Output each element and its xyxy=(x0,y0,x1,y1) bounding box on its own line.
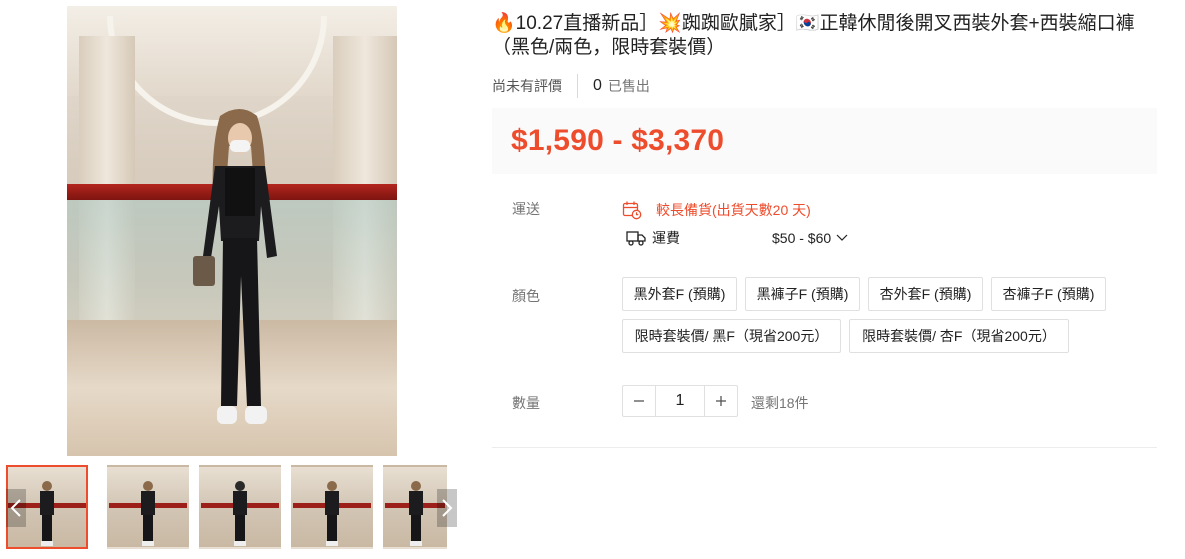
gallery-next-button[interactable] xyxy=(437,489,457,527)
color-option-3[interactable]: 杏外套F (預購) xyxy=(868,277,983,311)
product-title: 🔥10.27直播新品］💥踟踟歐膩家］🇰🇷正韓休閒後開叉西裝外套+西裝縮口褲（黑色… xyxy=(492,13,1135,58)
stock-remaining: 還剩18件 xyxy=(751,395,809,411)
truck-icon xyxy=(626,231,646,246)
color-option-2[interactable]: 黑褲子F (預購) xyxy=(745,277,860,311)
product-meta: 尚未有評價 0 已售出 xyxy=(492,74,650,98)
price-section: $1,590 - $3,370 xyxy=(492,108,1157,174)
quantity-label: 數量 xyxy=(512,395,540,411)
minus-icon xyxy=(634,400,644,402)
quantity-increase-button[interactable] xyxy=(705,386,737,416)
color-option-1[interactable]: 黑外套F (預購) xyxy=(622,277,737,311)
quantity-decrease-button[interactable] xyxy=(623,386,655,416)
shipping-fee-dropdown[interactable]: $50 - $60 xyxy=(772,230,848,246)
thumbnail-figure xyxy=(233,481,247,546)
sold-label: 已售出 xyxy=(607,78,650,94)
model-figure xyxy=(193,109,277,424)
shipping-fee-row: 運費 $50 - $60 xyxy=(626,228,848,248)
thumbnail-strip xyxy=(6,465,458,549)
preorder-notice: 較長備貨(出貨天數20 天) xyxy=(622,200,811,220)
chevron-left-icon xyxy=(10,499,21,517)
price-range: $1,590 - $3,370 xyxy=(511,124,725,157)
shipping-fee-range: $50 - $60 xyxy=(772,230,832,246)
quantity-input[interactable]: 1 xyxy=(655,386,705,416)
color-option-4[interactable]: 杏褲子F (預購) xyxy=(991,277,1106,311)
preorder-text: 較長備貨(出貨天數20 天) xyxy=(656,202,811,218)
thumbnail-3[interactable] xyxy=(199,465,281,549)
sold-count: 0 xyxy=(593,77,602,94)
section-divider xyxy=(492,447,1157,448)
color-option-6[interactable]: 限時套裝價/ 杏F（現省200元） xyxy=(849,319,1069,353)
color-option-5[interactable]: 限時套裝價/ 黑F（現省200元） xyxy=(622,319,841,353)
shipping-label: 運送 xyxy=(512,201,540,217)
shipping-fee-label: 運費 xyxy=(652,230,680,246)
calendar-clock-icon xyxy=(622,201,642,220)
chevron-right-icon xyxy=(442,499,453,517)
main-product-image[interactable] xyxy=(67,6,397,456)
color-label: 顏色 xyxy=(512,288,540,304)
thumbnail-figure xyxy=(409,481,423,546)
rating-status[interactable]: 尚未有評價 xyxy=(492,74,578,98)
plus-icon xyxy=(716,396,726,406)
chevron-down-icon xyxy=(836,234,848,241)
thumbnail-2[interactable] xyxy=(107,465,189,549)
thumbnail-figure xyxy=(141,481,155,546)
thumbnail-figure xyxy=(40,481,54,546)
thumbnail-figure xyxy=(325,481,339,546)
thumbnail-4[interactable] xyxy=(291,465,373,549)
gallery-prev-button[interactable] xyxy=(6,489,26,527)
quantity-stepper: 1 xyxy=(622,385,738,417)
